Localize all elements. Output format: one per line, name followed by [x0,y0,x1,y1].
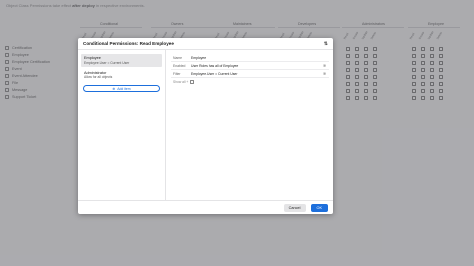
filter-row: Filter Employee.User = Current User ≋ [171,70,329,78]
name-row: Name Employee [171,54,329,62]
condition-item-employee[interactable]: Employee Employee.User = Current User [81,54,162,67]
condition-title: Employee [84,56,101,60]
name-label: Name [173,55,183,60]
wifi-icon[interactable]: ≋ [323,71,329,76]
condition-subtitle: Employee.User = Current User [84,60,130,65]
add-item-label: Add item [117,86,131,91]
enabled-field[interactable]: User Roles has all of Employee [190,64,323,68]
name-field[interactable]: Employee [190,56,329,60]
condition-list: Employee Employee.User = Current User Ad… [78,50,166,200]
condition-title: Administrator [84,70,107,75]
add-item-button[interactable]: ⊕ Add item [83,85,160,92]
conditional-permissions-dialog: Conditional Permissions: Read Employee ⇅… [78,38,333,214]
filter-label: Filter [173,71,181,76]
dialog-title: Conditional Permissions: Read Employee [83,41,174,46]
show-all-checkbox[interactable] [190,80,194,84]
dialog-header: Conditional Permissions: Read Employee ⇅ [78,38,333,50]
filter-field[interactable]: Employee.User = Current User [190,72,323,76]
show-all-label: Show all + [173,80,189,84]
condition-item-administrator[interactable]: Administrator Allow for all objects [81,69,162,82]
ok-button[interactable]: OK [310,203,328,212]
condition-editor: Name Employee Enabled User Roles has all… [167,50,333,200]
plus-icon: ⊕ [112,86,116,91]
wifi-icon[interactable]: ≋ [323,63,329,68]
cancel-button[interactable]: Cancel [283,203,306,212]
enabled-label: Enabled [173,63,186,68]
enabled-row: Enabled User Roles has all of Employee ≋ [171,62,329,70]
sort-icon[interactable]: ⇅ [324,41,328,47]
condition-subtitle: Allow for all objects [84,75,113,79]
dialog-footer: Cancel OK [78,200,333,214]
show-all-toggle[interactable]: Show all + [171,78,329,86]
